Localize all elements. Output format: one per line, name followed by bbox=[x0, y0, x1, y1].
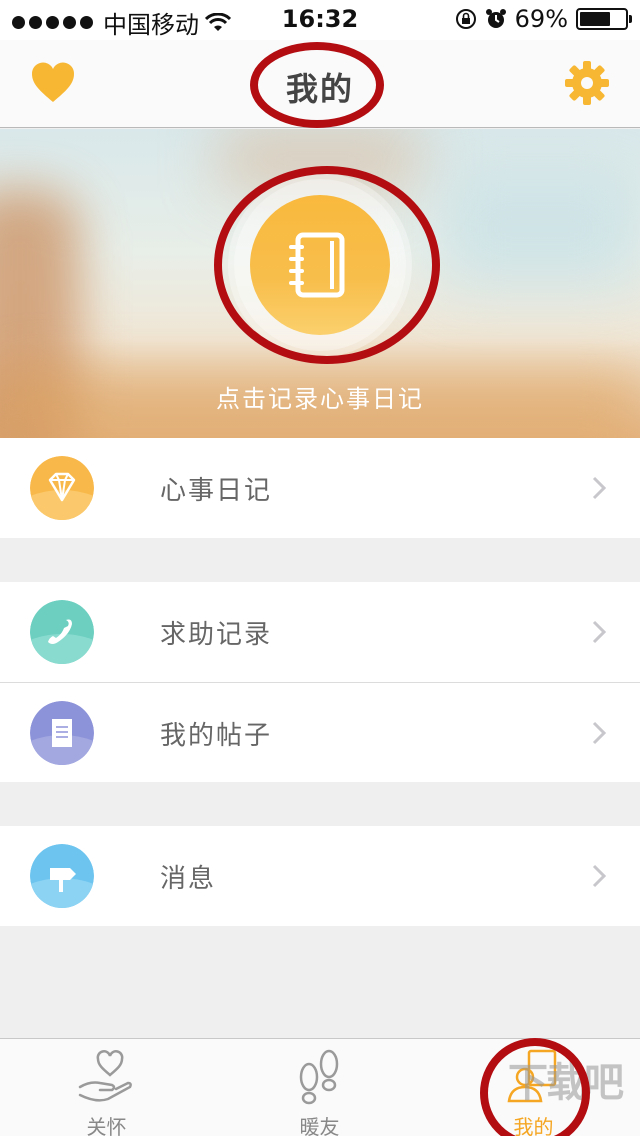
menu-item-help-records[interactable]: 求助记录 bbox=[0, 582, 640, 682]
diary-banner: 点击记录心事日记 bbox=[0, 129, 640, 438]
menu-group-diary: 心事日记 bbox=[0, 438, 640, 538]
document-icon bbox=[30, 701, 94, 765]
signpost-icon bbox=[30, 844, 94, 908]
status-bar: 中国移动 16:32 69% bbox=[0, 0, 640, 40]
menu-item-label: 心事日记 bbox=[160, 476, 273, 506]
diamond-icon bbox=[30, 456, 94, 520]
chevron-right-icon bbox=[592, 476, 606, 500]
status-right: 69% bbox=[455, 5, 632, 33]
tab-care[interactable]: 关怀 bbox=[0, 1039, 213, 1136]
menu-group-messages: 消息 bbox=[0, 826, 640, 926]
menu-item-messages[interactable]: 消息 bbox=[0, 826, 640, 926]
notebook-icon bbox=[289, 232, 345, 298]
gear-icon[interactable] bbox=[564, 60, 610, 106]
footprints-icon bbox=[299, 1049, 339, 1105]
menu-group-records: 求助记录 我的帖子 bbox=[0, 582, 640, 782]
chevron-right-icon bbox=[592, 864, 606, 888]
record-diary-button[interactable] bbox=[250, 195, 390, 335]
banner-caption[interactable]: 点击记录心事日记 bbox=[0, 379, 640, 414]
menu-item-label: 消息 bbox=[160, 864, 217, 894]
alarm-icon bbox=[485, 9, 506, 28]
battery-percent: 69% bbox=[514, 5, 568, 33]
watermark-logo: 下载吧 bbox=[508, 1060, 624, 1106]
battery-icon bbox=[576, 8, 632, 30]
battery-fill bbox=[580, 12, 611, 26]
menu-item-diary[interactable]: 心事日记 bbox=[0, 438, 640, 538]
menu-item-my-posts[interactable]: 我的帖子 bbox=[0, 682, 640, 782]
tab-warm-friends[interactable]: 暖友 bbox=[213, 1039, 426, 1136]
tab-label: 暖友 bbox=[299, 1115, 340, 1136]
tab-label: 关怀 bbox=[86, 1115, 127, 1136]
menu-item-label: 求助记录 bbox=[160, 620, 273, 650]
chevron-right-icon bbox=[592, 620, 606, 644]
page-title: 我的 bbox=[285, 70, 354, 108]
rotation-lock-icon bbox=[455, 9, 476, 29]
navigation-bar: 我的 bbox=[0, 40, 640, 128]
phone-icon bbox=[30, 600, 94, 664]
hand-heart-icon bbox=[78, 1050, 132, 1102]
menu-item-label: 我的帖子 bbox=[160, 721, 273, 751]
chevron-right-icon bbox=[592, 721, 606, 745]
